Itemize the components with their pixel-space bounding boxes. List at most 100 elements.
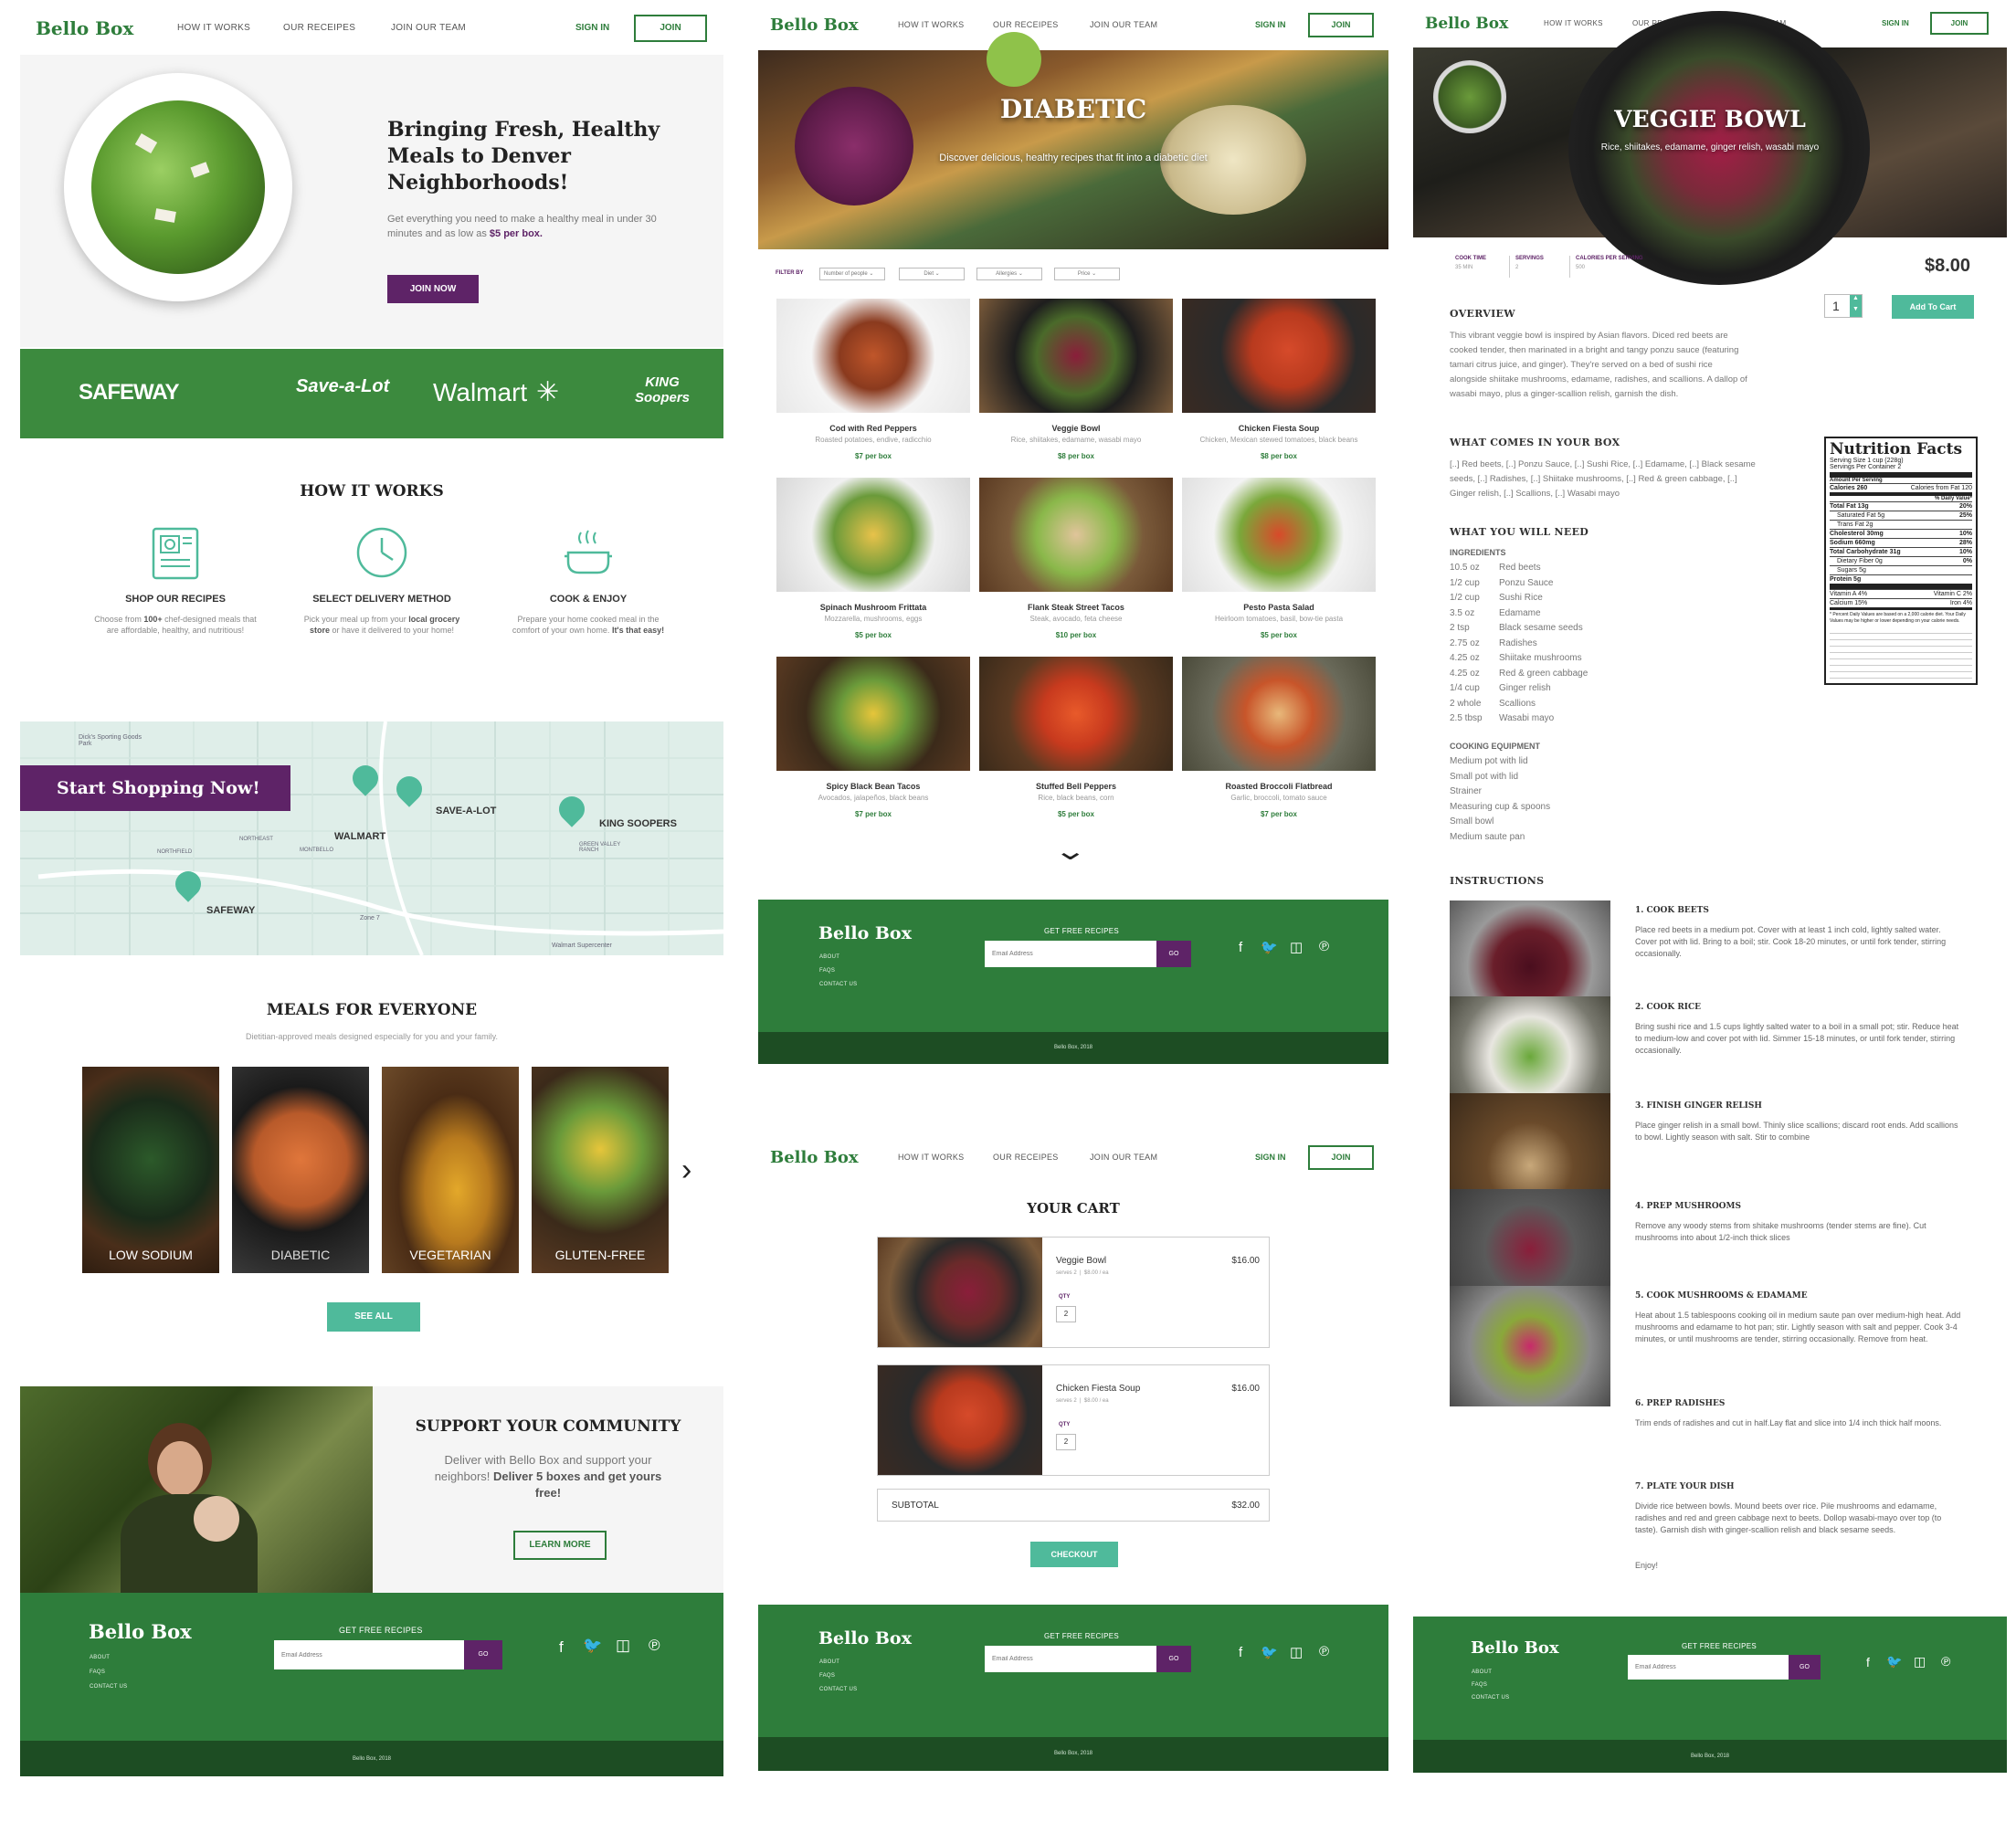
learn-more-button[interactable]: LEARN MORE [513, 1531, 607, 1560]
nav-our-recipes[interactable]: OUR RECEIPES [283, 23, 355, 33]
facebook-icon[interactable]: f [1239, 1645, 1242, 1660]
category-card-low-sodium[interactable]: LOW SODIUM [82, 1067, 219, 1273]
instagram-icon[interactable]: ◫ [1290, 939, 1303, 955]
recipe-card[interactable]: Pesto Pasta Salad Heirloom tomatoes, basi… [1182, 478, 1376, 639]
recipe-card[interactable]: Chicken Fiesta Soup Chicken, Mexican stew… [1182, 299, 1376, 460]
twitter-icon[interactable]: 🐦 [1886, 1654, 1902, 1669]
recipe-name[interactable]: Flank Steak Street Tacos [979, 603, 1173, 612]
brand-logo[interactable]: Bello Box [770, 16, 859, 35]
sign-in-link[interactable]: SIGN IN [1255, 1153, 1286, 1162]
recipe-card[interactable]: Cod with Red Peppers Roasted potatoes, en… [776, 299, 970, 460]
recipe-name[interactable]: Chicken Fiesta Soup [1182, 424, 1376, 433]
filter-diet-select[interactable]: Diet ⌄ [899, 268, 965, 280]
email-field[interactable] [274, 1640, 464, 1669]
sign-in-link[interactable]: SIGN IN [1255, 20, 1286, 29]
filter-people-select[interactable]: Number of people ⌄ [819, 268, 885, 280]
store-map[interactable]: Start Shopping Now! SAVE-A-LOT WALMART K… [20, 721, 723, 955]
nav-how-it-works[interactable]: HOW IT WORKS [177, 23, 250, 33]
qty-input[interactable]: 2 [1056, 1434, 1076, 1450]
nav-our-recipes[interactable]: OUR RECEIPES [993, 20, 1059, 29]
filter-allergies-select[interactable]: Allergies ⌄ [976, 268, 1042, 280]
recipe-image[interactable] [776, 299, 970, 413]
brand-logo[interactable]: Bello Box [1425, 15, 1508, 33]
pinterest-icon[interactable]: ℗ [1319, 939, 1329, 954]
footer-link-faqs[interactable]: FAQS [1472, 1682, 1487, 1688]
recipe-card[interactable]: Spicy Black Bean Tacos Avocados, jalapeño… [776, 657, 970, 818]
recipe-image[interactable] [1182, 478, 1376, 592]
facebook-icon[interactable]: f [1239, 940, 1242, 955]
recipe-image[interactable] [979, 299, 1173, 413]
recipe-card[interactable]: Flank Steak Street Tacos Steak, avocado, … [979, 478, 1173, 639]
email-field[interactable] [985, 941, 1156, 967]
recipe-image[interactable] [776, 657, 970, 771]
nav-how-it-works[interactable]: HOW IT WORKS [898, 20, 964, 29]
sign-in-link[interactable]: SIGN IN [575, 23, 609, 33]
recipe-name[interactable]: Spinach Mushroom Frittata [776, 603, 970, 612]
load-more-chevron-icon[interactable]: ⌄ [1053, 836, 1088, 866]
recipe-card[interactable]: Roasted Broccoli Flatbread Garlic, brocco… [1182, 657, 1376, 818]
instagram-icon[interactable]: ◫ [616, 1637, 630, 1655]
join-button[interactable]: JOIN [634, 15, 707, 42]
twitter-icon[interactable]: 🐦 [1261, 1644, 1278, 1660]
twitter-icon[interactable]: 🐦 [1261, 939, 1278, 955]
recipe-name[interactable]: Stuffed Bell Peppers [979, 782, 1173, 791]
category-card-vegetarian[interactable]: VEGETARIAN [382, 1067, 519, 1273]
facebook-icon[interactable]: f [559, 1638, 564, 1657]
brand-logo[interactable]: Bello Box [770, 1148, 859, 1167]
recipe-name[interactable]: Veggie Bowl [979, 424, 1173, 433]
nav-how-it-works[interactable]: HOW IT WORKS [898, 1153, 964, 1162]
instagram-icon[interactable]: ◫ [1914, 1654, 1926, 1669]
footer-link-faqs[interactable]: FAQS [819, 968, 835, 974]
see-all-button[interactable]: SEE ALL [327, 1302, 420, 1332]
footer-logo[interactable]: Bello Box [89, 1620, 192, 1643]
nav-how-it-works[interactable]: HOW IT WORKS [1544, 19, 1603, 27]
recipe-card[interactable]: Veggie Bowl Rice, shiitakes, edamame, was… [979, 299, 1173, 460]
join-button[interactable]: JOIN [1308, 13, 1374, 37]
footer-logo[interactable]: Bello Box [818, 1628, 912, 1648]
footer-link-contact[interactable]: CONTACT US [819, 1687, 857, 1692]
pinterest-icon[interactable]: ℗ [649, 1637, 660, 1655]
recipe-image[interactable] [979, 657, 1173, 771]
footer-logo[interactable]: Bello Box [1471, 1638, 1559, 1658]
pinterest-icon[interactable]: ℗ [1941, 1654, 1950, 1669]
footer-link-about[interactable]: ABOUT [1472, 1669, 1492, 1675]
footer-logo[interactable]: Bello Box [818, 923, 912, 943]
footer-link-contact[interactable]: CONTACT US [1472, 1695, 1509, 1701]
brand-logo[interactable]: Bello Box [36, 17, 133, 39]
filter-price-select[interactable]: Price ⌄ [1054, 268, 1120, 280]
qty-down-icon[interactable]: ▼ [1850, 306, 1862, 317]
nav-join-team[interactable]: JOIN OUR TEAM [1090, 20, 1157, 29]
add-to-cart-button[interactable]: Add To Cart [1892, 295, 1974, 319]
recipe-name[interactable]: Roasted Broccoli Flatbread [1182, 782, 1376, 791]
instagram-icon[interactable]: ◫ [1290, 1644, 1303, 1660]
recipe-card[interactable]: Stuffed Bell Peppers Rice, black beans, c… [979, 657, 1173, 818]
qty-stepper[interactable]: 1 ▲ ▼ [1824, 294, 1863, 318]
category-card-gluten-free[interactable]: GLUTEN-FREE [532, 1067, 669, 1273]
email-field[interactable] [1628, 1655, 1789, 1680]
recipe-image[interactable] [1182, 299, 1376, 413]
join-now-button[interactable]: JOIN NOW [387, 275, 479, 303]
facebook-icon[interactable]: f [1866, 1655, 1870, 1669]
footer-link-about[interactable]: ABOUT [819, 1659, 839, 1665]
join-button[interactable]: JOIN [1930, 12, 1989, 35]
go-button[interactable]: GO [464, 1640, 502, 1669]
footer-link-about[interactable]: ABOUT [90, 1655, 110, 1660]
sign-in-link[interactable]: SIGN IN [1882, 19, 1909, 27]
go-button[interactable]: GO [1156, 941, 1191, 967]
footer-link-contact[interactable]: CONTACT US [90, 1684, 127, 1690]
pinterest-icon[interactable]: ℗ [1319, 1644, 1329, 1659]
qty-up-icon[interactable]: ▲ [1850, 295, 1862, 306]
go-button[interactable]: GO [1789, 1655, 1821, 1680]
recipe-image[interactable] [979, 478, 1173, 592]
recipe-card[interactable]: Spinach Mushroom Frittata Mozzarella, mus… [776, 478, 970, 639]
go-button[interactable]: GO [1156, 1646, 1191, 1672]
recipe-name[interactable]: Spicy Black Bean Tacos [776, 782, 970, 791]
nav-our-recipes[interactable]: OUR RECEIPES [993, 1153, 1059, 1162]
footer-link-about[interactable]: ABOUT [819, 954, 839, 960]
recipe-name[interactable]: Pesto Pasta Salad [1182, 603, 1376, 612]
recipe-name[interactable]: Cod with Red Peppers [776, 424, 970, 433]
footer-link-contact[interactable]: CONTACT US [819, 982, 857, 987]
nav-join-team[interactable]: JOIN OUR TEAM [1090, 1153, 1157, 1162]
recipe-image[interactable] [776, 478, 970, 592]
nav-join-team[interactable]: JOIN OUR TEAM [391, 23, 466, 33]
